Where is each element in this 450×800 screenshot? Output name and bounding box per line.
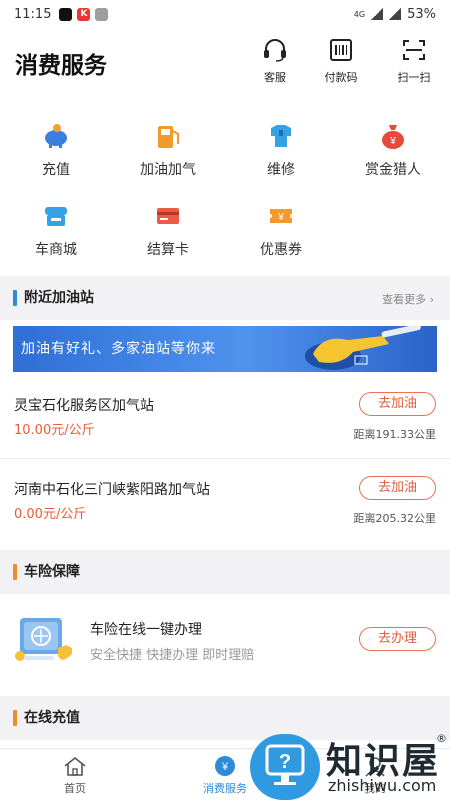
quick-recharge-label: 充值 [42,162,70,178]
view-more-link[interactable]: 查看更多 › [382,291,434,307]
row-divider [0,458,450,459]
image-notification-icon [95,7,109,21]
repair-shirt-icon [271,125,291,147]
svg-text:¥: ¥ [277,212,284,223]
quick-refuel-label: 加油加气 [140,162,196,178]
promo-banner[interactable]: 加油有好礼、多家油站等你来 [13,326,437,372]
scan-button[interactable]: 扫一扫 [386,38,442,85]
quick-repair[interactable]: 维修 [225,122,337,179]
quick-bounty-label: 赏金猎人 [365,162,421,178]
tab-consumer-services-label: 消费服务 [203,782,247,795]
insurance-panel[interactable]: 车险在线一键办理 安全快捷 快捷办理 即时理赔 去办理 [0,594,450,696]
go-refuel-button[interactable]: 去加油 [359,392,436,416]
nearby-title: 附近加油站 [24,290,94,306]
station-distance: 距离205.32公里 [353,512,437,525]
signal-icon-2 [389,8,402,20]
banner-text: 加油有好礼、多家油站等你来 [21,341,216,357]
quick-bounty[interactable]: ¥ 赏金猎人 [337,122,449,179]
recharge-title: 在线充值 [24,710,80,726]
payment-code-button[interactable]: 付款码 [313,38,369,85]
svg-text:¥: ¥ [221,761,229,773]
watermark-registered-mark: ® [436,732,447,745]
card-icon [157,208,179,224]
yuan-circle-icon: ¥ [215,756,235,776]
station-name: 灵宝石化服务区加气站 [14,398,154,414]
insurance-section-header: 车险保障 [0,550,450,594]
coupon-icon: ¥ [270,209,292,223]
svg-text:?: ? [279,751,291,773]
quick-coupon[interactable]: ¥ 优惠券 [225,202,337,259]
section-accent-bar [13,564,17,580]
section-accent-bar [13,290,17,306]
go-refuel-button[interactable]: 去加油 [359,476,436,500]
piggy-bank-icon [45,124,67,148]
quick-recharge[interactable]: 充值 [0,122,112,179]
status-time: 11:15 [14,6,52,22]
tab-home-label: 首页 [64,782,86,795]
station-row-1[interactable]: 灵宝石化服务区加气站 10.00元/公斤 去加油 距离191.33公里 [0,382,450,465]
header: 消费服务 客服 付款码 扫一扫 [0,28,450,98]
tab-home[interactable]: 首页 [30,755,120,796]
fuel-pump-icon [158,126,179,148]
page-title: 消费服务 [15,53,107,79]
status-bar: 11:15 K 4G 53% [0,0,450,28]
home-icon [64,756,86,776]
scan-label: 扫一扫 [397,71,431,84]
watermark-logo: ? [250,734,320,800]
station-name: 河南中石化三门峡紫阳路加气站 [14,482,210,498]
apply-insurance-button[interactable]: 去办理 [359,627,436,651]
watermark-subtitle: zhishiwu.com [328,776,437,795]
section-accent-bar [13,710,17,726]
headset-icon [264,39,286,62]
quick-actions-grid: 充值 加油加气 维修 ¥ 赏金猎人 车商城 结算卡 ¥ 优惠券 [0,98,450,276]
nearby-section-header: 附近加油站 查看更多 › [0,276,450,320]
barcode-icon [330,39,352,61]
customer-service-button[interactable]: 客服 [247,38,303,85]
question-monitor-icon: ? [265,744,305,785]
station-price: 10.00元/公斤 [14,423,95,438]
quick-refuel[interactable]: 加油加气 [112,122,224,179]
insurance-title: 车险保障 [24,564,80,580]
money-bag-icon: ¥ [382,125,404,149]
station-distance: 距离191.33公里 [353,428,437,441]
insurance-item-subtitle: 安全快捷 快捷办理 即时理赔 [90,648,255,663]
scan-icon [403,40,425,60]
quick-settlement-card-label: 结算卡 [147,242,189,258]
payment-code-label: 付款码 [324,71,358,84]
quick-car-mall-label: 车商城 [35,242,77,258]
customer-service-label: 客服 [264,71,286,84]
nearby-stations-panel: 加油有好礼、多家油站等你来 灵宝石化服务区加气站 10.00元/公斤 去加油 距… [0,320,450,550]
network-label: 4G [353,9,366,19]
station-price: 0.00元/公斤 [14,507,87,522]
quick-settlement-card[interactable]: 结算卡 [112,202,224,259]
insurance-item-title: 车险在线一键办理 [90,622,202,638]
signal-icon [371,8,384,20]
quick-coupon-label: 优惠券 [260,242,302,258]
k-app-icon: K [77,7,91,21]
svg-text:¥: ¥ [389,136,396,147]
station-row-2[interactable]: 河南中石化三门峡紫阳路加气站 0.00元/公斤 去加油 距离205.32公里 [0,466,450,549]
tiktok-app-icon [59,7,73,21]
fuel-nozzle-illustration [305,326,421,370]
site-watermark: ? 知识屋 ® zhishiwu.com [250,730,450,800]
quick-repair-label: 维修 [267,162,295,178]
quick-car-mall[interactable]: 车商城 [0,202,112,259]
battery-level: 53% [407,6,436,22]
store-icon [45,207,67,226]
insurance-safe-icon [15,618,72,661]
